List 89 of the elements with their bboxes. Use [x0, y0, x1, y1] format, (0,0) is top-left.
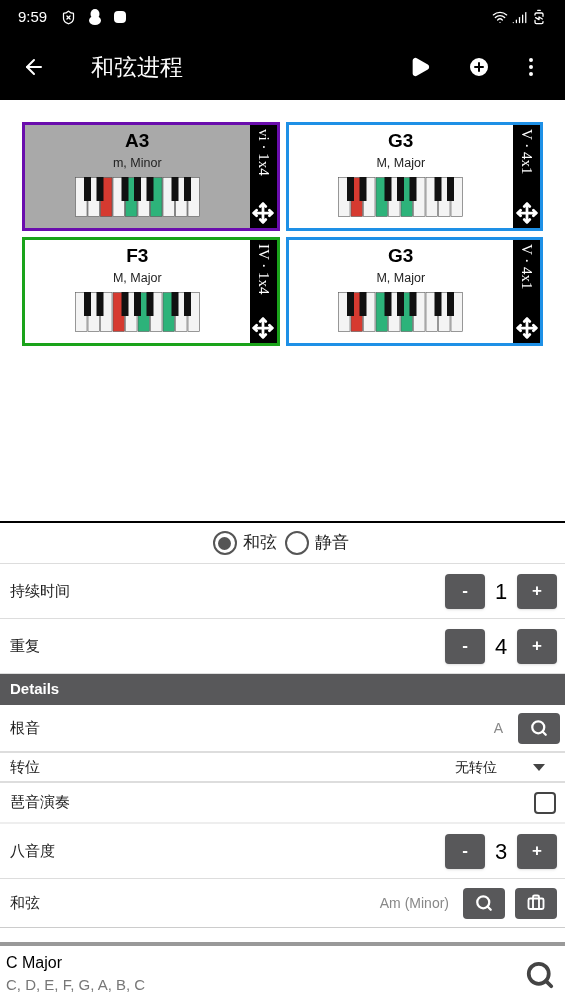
chord-degree-label: vi · 1x4	[255, 129, 271, 176]
battery-icon	[531, 9, 547, 25]
increment-button[interactable]: +	[517, 573, 557, 609]
sharp-piano-key	[347, 177, 355, 201]
mode-radio[interactable]: 静音	[284, 530, 349, 556]
signal-icon	[512, 9, 527, 25]
setting-label: 根音	[10, 717, 40, 738]
chord-name: F3	[126, 244, 149, 268]
sharp-piano-key	[409, 177, 417, 201]
sharp-piano-key	[409, 292, 417, 316]
shield-icon	[61, 9, 77, 25]
drag-handle-icon[interactable]	[252, 317, 274, 339]
sharp-piano-key	[146, 177, 154, 201]
stepper-value: 1	[493, 577, 509, 606]
setting-label: 转位	[10, 756, 40, 777]
toolbox-button[interactable]	[515, 887, 557, 919]
sharp-piano-key	[121, 292, 129, 316]
sharp-piano-key	[397, 177, 405, 201]
section-header: Details	[0, 674, 565, 705]
chord-quality: M, Major	[112, 270, 162, 287]
sharp-piano-key	[359, 177, 367, 201]
sharp-piano-key	[447, 177, 455, 201]
decrement-button[interactable]: -	[445, 833, 485, 869]
chord-name: A3	[125, 129, 150, 153]
decrement-button[interactable]: -	[445, 573, 485, 609]
inversion-dropdown[interactable]: 无转位	[455, 756, 545, 778]
sharp-piano-key	[384, 177, 392, 201]
sharp-piano-key	[83, 177, 91, 201]
setting-label: 持续时间	[10, 580, 70, 601]
chord-card[interactable]: F3 M, Major IV · 1x4	[22, 237, 280, 346]
chord-quality: M, Major	[376, 270, 426, 287]
checkbox[interactable]	[534, 791, 556, 814]
status-time: 9:59	[18, 6, 48, 27]
chord-card[interactable]: G3 M, Major V · 4x1	[285, 237, 543, 346]
search-icon	[475, 894, 493, 912]
drag-handle-icon[interactable]	[515, 317, 538, 339]
sharp-piano-key	[183, 177, 191, 201]
sharp-piano-key	[171, 292, 179, 316]
scale-notes: C, D, E, F, G, A, B, C	[6, 975, 146, 995]
sharp-piano-key	[359, 292, 367, 316]
sharp-piano-key	[347, 292, 355, 316]
chord-card[interactable]: A3 m, Minor vi · 1x4	[22, 122, 280, 231]
sharp-piano-key	[447, 292, 455, 316]
penguin-icon	[88, 9, 103, 25]
search-icon	[530, 719, 548, 737]
chord-degree-label: IV · 1x4	[255, 244, 271, 295]
sharp-piano-key	[397, 292, 405, 316]
increment-button[interactable]: +	[517, 833, 557, 869]
page-title: 和弦进程	[91, 52, 183, 82]
sharp-piano-key	[183, 292, 191, 316]
chord-quality: M, Major	[376, 155, 426, 172]
search-button[interactable]	[518, 712, 560, 744]
root-note-value: A	[493, 718, 503, 738]
sharp-piano-key	[96, 177, 104, 201]
sharp-piano-key	[434, 292, 442, 316]
stepper-value: 3	[493, 837, 509, 866]
stepper-value: 4	[493, 632, 509, 661]
briefcase-icon	[527, 894, 545, 912]
drag-handle-icon[interactable]	[515, 202, 538, 224]
sharp-piano-key	[96, 292, 104, 316]
search-button[interactable]	[463, 887, 505, 919]
sharp-piano-key	[133, 177, 141, 201]
chord-card[interactable]: G3 M, Major V · 4x1	[285, 122, 543, 231]
increment-button[interactable]: +	[517, 628, 557, 664]
sharp-piano-key	[83, 292, 91, 316]
chord-name: G3	[388, 244, 414, 268]
setting-label: 重复	[10, 635, 40, 656]
sharp-piano-key	[121, 177, 129, 201]
chord-name: G3	[388, 129, 414, 153]
chord-quality: m, Minor	[112, 155, 162, 172]
sharp-piano-key	[171, 177, 179, 201]
wifi-icon	[492, 9, 508, 25]
search-icon[interactable]	[525, 960, 555, 990]
sharp-piano-key	[384, 292, 392, 316]
setting-label: 和弦	[10, 892, 40, 913]
setting-label: 琶音演奏	[10, 792, 70, 813]
sharp-piano-key	[146, 292, 154, 316]
scale-name: C Major	[6, 953, 63, 973]
chord-value: Am (Minor)	[379, 893, 449, 913]
decrement-button[interactable]: -	[445, 628, 485, 664]
drag-handle-icon[interactable]	[252, 202, 274, 224]
chord-degree-label: V · 4x1	[519, 244, 534, 290]
setting-label: 八音度	[10, 840, 55, 861]
dropdown-caret-icon	[533, 763, 545, 771]
chord-degree-label: V · 4x1	[519, 129, 534, 175]
sharp-piano-key	[133, 292, 141, 316]
add-icon[interactable]	[467, 55, 491, 79]
mode-radio[interactable]: 和弦	[212, 530, 277, 556]
sharp-piano-key	[434, 177, 442, 201]
